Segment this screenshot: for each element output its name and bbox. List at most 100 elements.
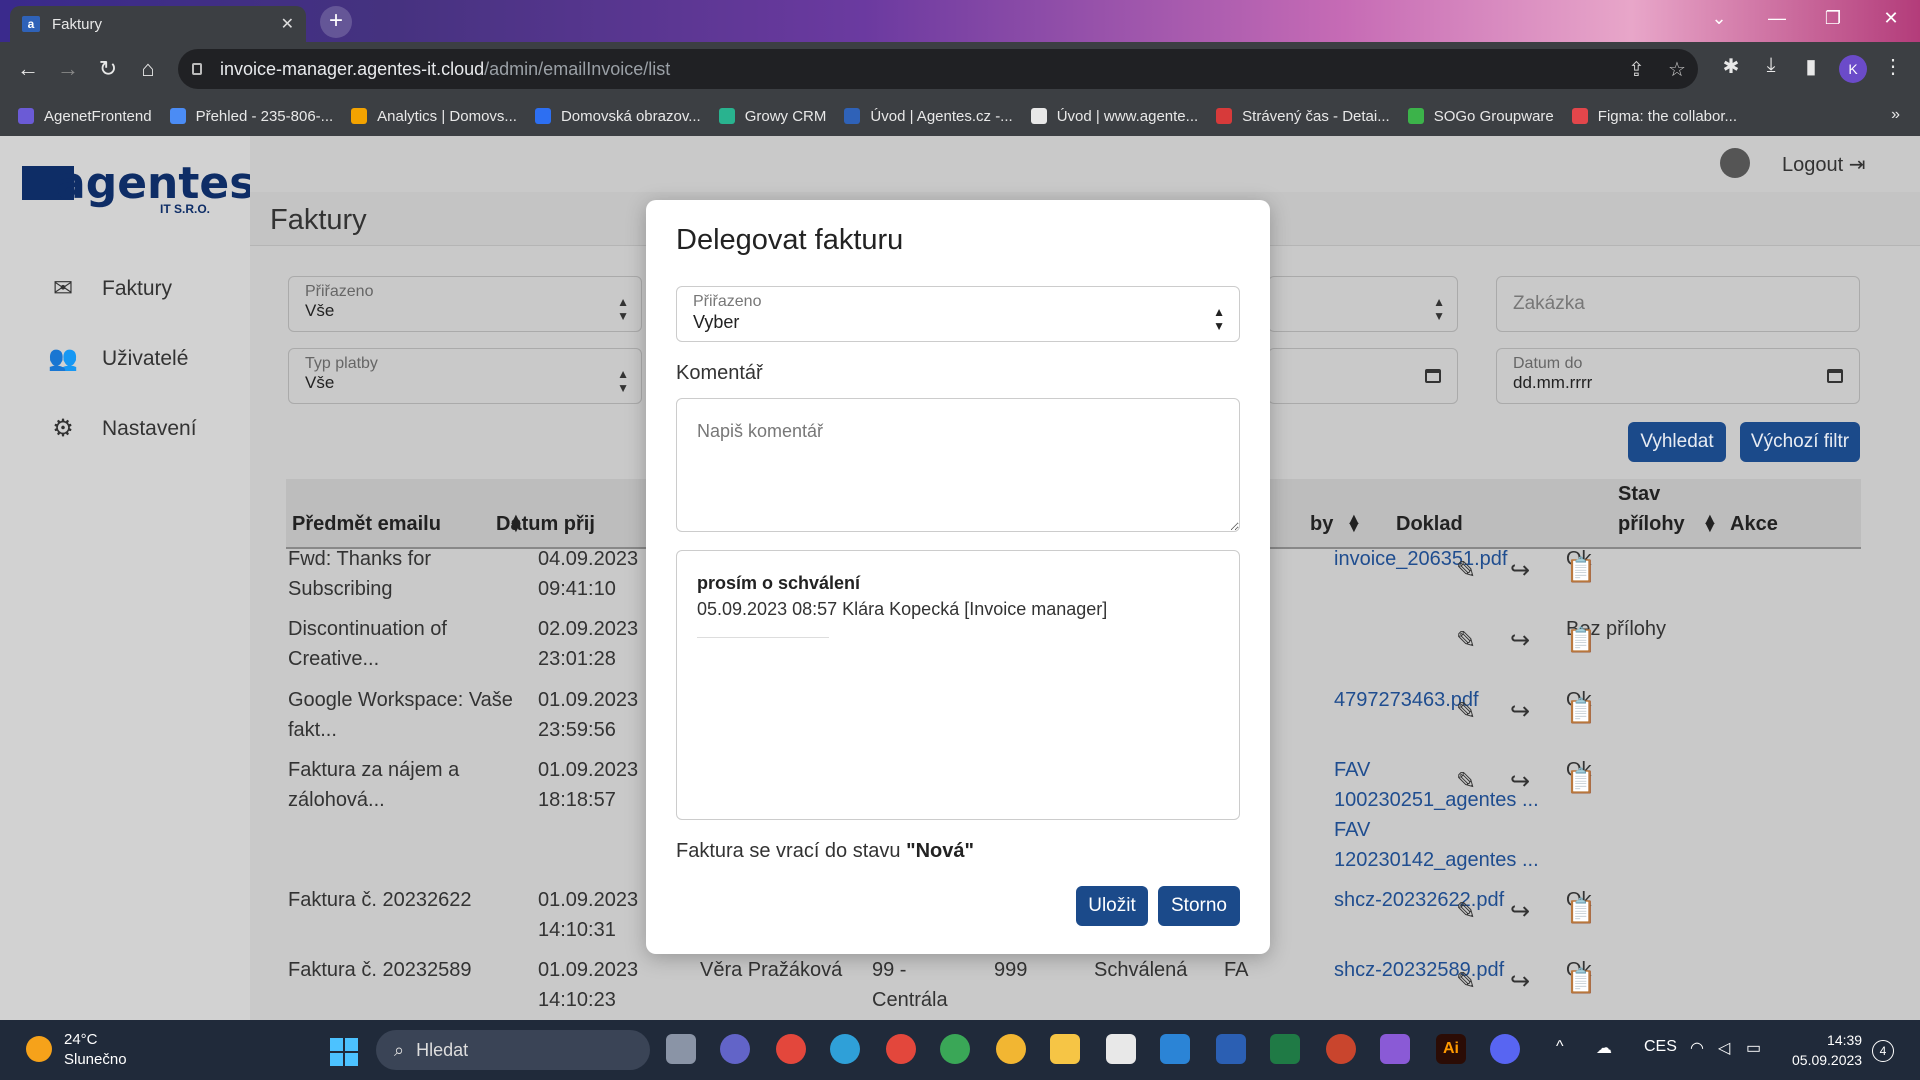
- filter-order-input[interactable]: Zakázka: [1496, 276, 1860, 332]
- forward-icon[interactable]: ↪: [1510, 967, 1530, 996]
- th-attachment-2[interactable]: přílohy: [1618, 513, 1685, 536]
- sun-icon[interactable]: [26, 1036, 52, 1062]
- download-icon[interactable]: ⤓: [1756, 54, 1786, 77]
- clipboard-check-icon[interactable]: 📋: [1566, 897, 1596, 926]
- logout-button[interactable]: Logout ⇥: [1782, 152, 1866, 177]
- edge-icon[interactable]: [830, 1034, 860, 1064]
- new-tab-button[interactable]: +: [320, 6, 352, 38]
- edit-icon[interactable]: ✎: [1456, 967, 1476, 996]
- clipboard-check-icon[interactable]: 📋: [1566, 626, 1596, 655]
- minimize-button[interactable]: —: [1762, 8, 1792, 29]
- forward-icon[interactable]: ↪: [1510, 897, 1530, 926]
- user-account-icon[interactable]: [1720, 148, 1750, 178]
- filter-payment-select[interactable]: Typ platby Vše ▲ ▼: [288, 348, 642, 404]
- tab-search-chevron-icon[interactable]: ⌄: [1704, 8, 1734, 29]
- task-view-icon[interactable]: [666, 1034, 696, 1064]
- battery-icon[interactable]: ▭: [1746, 1038, 1761, 1058]
- cell-document-link[interactable]: FAV: [1334, 815, 1370, 845]
- forward-icon[interactable]: ↪: [1510, 767, 1530, 796]
- clipboard-check-icon[interactable]: 📋: [1566, 767, 1596, 796]
- ms-store-icon[interactable]: [1106, 1034, 1136, 1064]
- th-attachment-1[interactable]: Stav: [1618, 483, 1660, 506]
- bookmark-item[interactable]: Domovská obrazov...: [534, 108, 701, 125]
- forward-icon[interactable]: →: [54, 56, 82, 82]
- bookmark-item[interactable]: Analytics | Domovs...: [351, 108, 517, 125]
- edit-icon[interactable]: ✎: [1456, 697, 1476, 726]
- edit-icon[interactable]: ✎: [1456, 767, 1476, 796]
- th-paytype[interactable]: by: [1310, 513, 1333, 536]
- calendar-icon[interactable]: [1425, 369, 1441, 383]
- discord-icon[interactable]: [1490, 1034, 1520, 1064]
- extensions-icon[interactable]: ✱: [1716, 54, 1746, 79]
- side-panel-icon[interactable]: ▮: [1796, 54, 1826, 79]
- illustrator-icon[interactable]: Ai: [1436, 1034, 1466, 1064]
- calendar-icon[interactable]: [1827, 369, 1843, 383]
- clipboard-check-icon[interactable]: 📋: [1566, 967, 1596, 996]
- cancel-button[interactable]: Storno: [1158, 886, 1240, 926]
- sidebar-item-uzivatele[interactable]: 👥 Uživatelé: [48, 344, 188, 373]
- search-button[interactable]: Vyhledat: [1628, 422, 1726, 462]
- th-date[interactable]: Datum přij: [496, 513, 595, 536]
- tray-chevron-icon[interactable]: ^: [1556, 1038, 1564, 1056]
- taskbar-clock[interactable]: 14:39 05.09.2023: [1792, 1030, 1862, 1070]
- bookmarks-more-icon[interactable]: »: [1891, 106, 1900, 124]
- word-icon[interactable]: [1216, 1034, 1246, 1064]
- clipboard-check-icon[interactable]: 📋: [1566, 556, 1596, 585]
- clipboard-check-icon[interactable]: 📋: [1566, 697, 1596, 726]
- sort-icon[interactable]: ▼: [1346, 519, 1362, 537]
- cell-document-link[interactable]: shcz-20232589.pdf: [1334, 955, 1504, 985]
- default-filter-button[interactable]: Výchozí filtr: [1740, 422, 1860, 462]
- visual-studio-icon[interactable]: [1380, 1034, 1410, 1064]
- taskbar-search[interactable]: ⌕ Hledat: [376, 1030, 650, 1070]
- excel-icon[interactable]: [1270, 1034, 1300, 1064]
- bookmark-star-icon[interactable]: ☆: [1668, 57, 1686, 82]
- filter-date-to-input[interactable]: Datum do dd.mm.rrrr: [1496, 348, 1860, 404]
- bookmark-item[interactable]: SOGo Groupware: [1407, 108, 1554, 125]
- agentes-logo[interactable]: agentes IT S.R.O.: [22, 158, 255, 222]
- teams-icon[interactable]: [720, 1034, 750, 1064]
- chrome-icon[interactable]: [776, 1034, 806, 1064]
- powerpoint-icon[interactable]: [1326, 1034, 1356, 1064]
- modal-assigned-select[interactable]: Přiřazeno Vyber ▲ ▼: [676, 286, 1240, 342]
- bookmark-item[interactable]: Přehled - 235-806-...: [169, 108, 333, 125]
- volume-icon[interactable]: ◁: [1718, 1038, 1730, 1058]
- bookmark-item[interactable]: Figma: the collabor...: [1571, 108, 1737, 125]
- filter-hidden-select[interactable]: ▲ ▼: [1268, 276, 1458, 332]
- cell-document-link[interactable]: invoice_206351.pdf: [1334, 544, 1507, 574]
- maximize-button[interactable]: ❐: [1818, 8, 1848, 29]
- home-icon[interactable]: ⌂: [134, 56, 162, 82]
- sort-icon[interactable]: ▼: [1702, 519, 1718, 537]
- bookmark-item[interactable]: Úvod | www.agente...: [1030, 108, 1198, 125]
- profile-avatar[interactable]: K: [1839, 55, 1867, 83]
- cell-document-link[interactable]: 100230251_agentes ...: [1334, 785, 1539, 815]
- cell-document-link[interactable]: shcz-20232622.pdf: [1334, 885, 1504, 915]
- sidebar-item-faktury[interactable]: ✉ Faktury: [48, 274, 172, 303]
- menu-kebab-icon[interactable]: ⋮: [1878, 54, 1908, 79]
- forward-icon[interactable]: ↪: [1510, 697, 1530, 726]
- comment-textarea[interactable]: [676, 398, 1240, 532]
- browser-tab[interactable]: a Faktury ✕: [10, 6, 306, 42]
- cell-document-link[interactable]: FAV: [1334, 755, 1370, 785]
- bookmark-item[interactable]: AgenetFrontend: [18, 108, 152, 125]
- weather-widget[interactable]: 24°C Slunečno: [64, 1030, 127, 1070]
- th-subject[interactable]: Předmět emailu: [292, 513, 441, 536]
- filter-assigned-select[interactable]: Přiřazeno Vše ▲ ▼: [288, 276, 642, 332]
- language-indicator[interactable]: CES: [1644, 1038, 1677, 1056]
- address-bar[interactable]: invoice-manager.agentes-it.cloud /admin/…: [178, 49, 1698, 89]
- windows-start-icon[interactable]: [330, 1038, 358, 1066]
- edit-icon[interactable]: ✎: [1456, 897, 1476, 926]
- tab-close-icon[interactable]: ✕: [281, 14, 294, 34]
- bookmark-item[interactable]: Úvod | Agentes.cz -...: [844, 108, 1013, 125]
- window-close-button[interactable]: ✕: [1876, 8, 1906, 29]
- filter-date-from-input[interactable]: [1268, 348, 1458, 404]
- wifi-icon[interactable]: ◠: [1690, 1038, 1704, 1058]
- mail-icon[interactable]: [1160, 1034, 1190, 1064]
- save-button[interactable]: Uložit: [1076, 886, 1148, 926]
- th-document[interactable]: Doklad: [1396, 513, 1463, 536]
- reload-icon[interactable]: ↻: [94, 56, 122, 82]
- forward-icon[interactable]: ↪: [1510, 626, 1530, 655]
- bookmark-item[interactable]: Strávený čas - Detai...: [1216, 108, 1390, 125]
- back-icon[interactable]: ←: [14, 56, 42, 82]
- chrome-active-icon[interactable]: [996, 1034, 1026, 1064]
- sidebar-item-nastaveni[interactable]: ⚙ Nastavení: [48, 414, 196, 443]
